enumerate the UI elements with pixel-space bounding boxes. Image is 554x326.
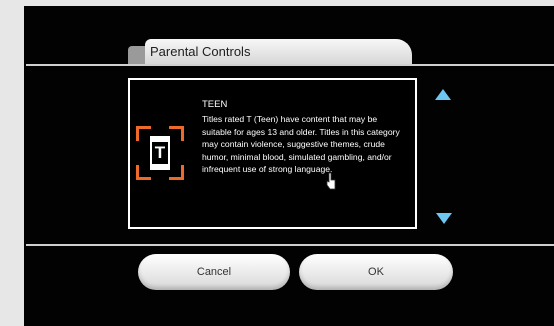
page-title: Parental Controls: [150, 44, 251, 59]
top-divider: [26, 64, 554, 66]
rating-title: TEEN: [202, 99, 228, 110]
scroll-up-icon[interactable]: [435, 89, 451, 100]
rating-selection[interactable]: T: [136, 126, 184, 180]
bottom-divider: [26, 244, 554, 246]
cancel-button[interactable]: Cancel: [138, 254, 290, 290]
scroll-down-icon[interactable]: [436, 213, 452, 224]
pointer-hand-icon: [326, 172, 336, 190]
rating-description: Titles rated T (Teen) have content that …: [202, 114, 400, 174]
wii-screen: Parental Controls T TEEN Titles rated T …: [24, 6, 554, 326]
selection-corner: [169, 165, 184, 180]
esrb-rating-letter: T: [152, 142, 168, 164]
selection-corner: [169, 126, 184, 141]
esrb-teen-icon: T: [149, 135, 171, 171]
ok-button[interactable]: OK: [299, 254, 453, 290]
